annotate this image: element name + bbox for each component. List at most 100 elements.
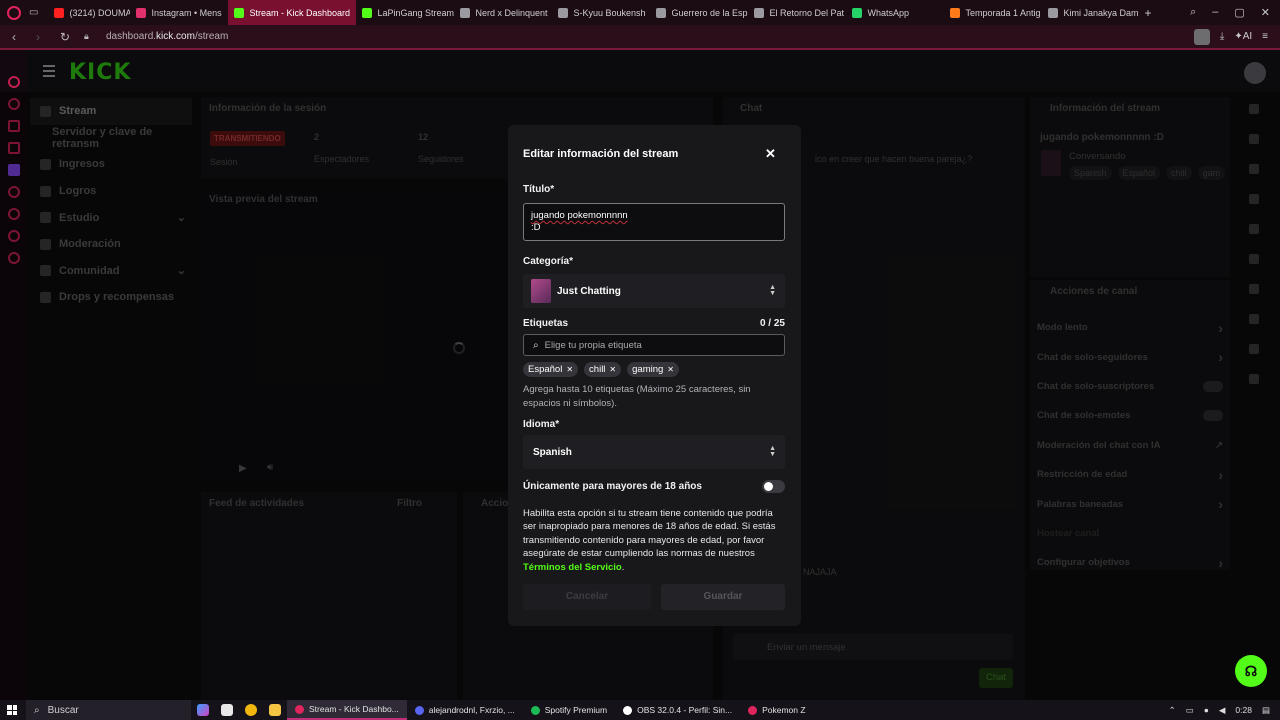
kick-icon <box>362 7 373 18</box>
user-avatar[interactable] <box>1244 62 1266 84</box>
download-icon[interactable]: ⤓ <box>1220 31 1224 42</box>
taskbar-app[interactable]: Pokemon Z <box>740 700 813 720</box>
title-line-1: jugando pokemonnnnn <box>531 210 628 221</box>
whatsapp-icon <box>852 7 863 18</box>
clock[interactable]: 0:28 <box>1235 705 1252 715</box>
title-input[interactable]: jugando pokemonnnnn :D <box>523 203 785 241</box>
remove-tag-icon[interactable]: ✕ <box>667 365 674 374</box>
mw-icon <box>754 7 765 18</box>
url-field[interactable]: dashboard.kick.com/stream <box>106 31 228 42</box>
taskbar-search[interactable]: ⌕ Buscar <box>26 700 191 720</box>
tab-label: Stream - Kick Dashboard <box>249 7 350 18</box>
adult-label: Únicamente para mayores de 18 años <box>523 481 702 492</box>
save-button[interactable]: Guardar <box>661 584 785 610</box>
adult-description: Habilita esta opción si tu stream tiene … <box>523 508 776 573</box>
kick-logo[interactable]: KICK <box>69 60 131 85</box>
title-line-2: :D <box>531 222 541 233</box>
browser-tab[interactable]: El Retorno Del Pat <box>748 0 846 25</box>
taskbar: ⌕ Buscar Stream - Kick Dashbo... alejandro… <box>0 700 1280 720</box>
close-window-icon[interactable]: ✕ <box>1261 6 1270 19</box>
taskbar-app-label: OBS 32.0.4 - Perfil: Sin... <box>637 705 733 715</box>
app-icon <box>530 705 540 715</box>
network-icon[interactable]: ▭ <box>1186 705 1194 716</box>
taskbar-app[interactable]: OBS 32.0.4 - Perfil: Sin... <box>615 700 740 720</box>
browser-tab[interactable]: (3214) DOUMA VS <box>48 0 130 25</box>
remove-tag-icon[interactable]: ✕ <box>566 365 573 374</box>
mw-icon <box>656 7 667 18</box>
tag-chip-label: gaming <box>632 364 664 375</box>
copilot-icon[interactable] <box>197 704 209 716</box>
taskbar-app[interactable]: alejandrodnl, Fxrzio, ... <box>407 700 523 720</box>
browser-tab[interactable]: LaPinGang Stream <box>356 0 454 25</box>
youtube-icon <box>54 7 65 18</box>
tags-label: Etiquetas <box>523 318 569 329</box>
menu-toggle-icon[interactable] <box>43 65 55 80</box>
browser-tab[interactable]: S-Kyuu Boukensh <box>552 0 650 25</box>
tab-label: Kimi Janakya Dam <box>1063 7 1139 18</box>
taskbar-app[interactable]: Spotify Premium <box>523 700 615 720</box>
search-tabs-icon[interactable]: ⌕ <box>1190 6 1196 19</box>
reload-icon[interactable]: ↻ <box>60 30 72 44</box>
kick-icon <box>234 7 245 18</box>
opera-logo-icon[interactable] <box>7 5 21 20</box>
edit-stream-modal: Editar información del stream ✕ Título* … <box>508 125 801 626</box>
profile-avatar[interactable] <box>1193 28 1210 45</box>
tab-label: WhatsApp <box>867 7 909 18</box>
search-icon: ⌕ <box>34 704 40 716</box>
tags-help: Agrega hasta 10 etiquetas (Máximo 25 car… <box>523 384 751 409</box>
browser-tab[interactable]: Stream - Kick Dashboard <box>228 0 357 25</box>
taskbar-app-label: Spotify Premium <box>544 705 608 715</box>
aria-icon[interactable] <box>7 76 20 88</box>
ai-button[interactable]: ✦AI <box>1234 31 1252 42</box>
terms-link[interactable]: Términos del Servicio <box>523 562 622 573</box>
chevron-up-icon[interactable]: ⌃ <box>1169 705 1176 716</box>
category-label: Categoría* <box>523 256 574 267</box>
browser-tab[interactable]: Instagram • Mens <box>130 0 228 25</box>
adult-toggle[interactable] <box>762 480 785 493</box>
tag-list: Español ✕ chill ✕ gaming ✕ <box>523 362 679 377</box>
back-icon[interactable]: ‹ <box>12 30 24 44</box>
menu-icon[interactable]: ≡ <box>1262 31 1268 42</box>
mw-icon <box>1048 7 1059 18</box>
support-chat-icon[interactable]: ☊ <box>1235 655 1267 687</box>
tab-switcher-icon[interactable]: ▭ <box>29 7 38 18</box>
language-select[interactable]: Spanish ▲ ▼ <box>523 435 785 469</box>
store-icon[interactable] <box>221 704 233 716</box>
tab-label: El Retorno Del Pat <box>769 7 844 18</box>
tag-search-input[interactable]: ⌕ Elige tu propia etiqueta <box>523 334 785 356</box>
browser-tab[interactable]: Kimi Janakya Dam <box>1042 0 1140 25</box>
tag-chip: chill ✕ <box>584 362 622 377</box>
chrome-icon[interactable] <box>245 704 257 716</box>
windows-start-icon[interactable] <box>7 705 17 715</box>
app-icon <box>748 705 758 715</box>
maximize-icon[interactable]: ▢ <box>1234 6 1244 19</box>
language-label: Idioma* <box>523 419 560 430</box>
remove-tag-icon[interactable]: ✕ <box>609 365 616 374</box>
taskbar-app[interactable]: Stream - Kick Dashbo... <box>287 700 407 720</box>
minimize-icon[interactable]: – <box>1212 6 1218 19</box>
browser-tab-bar: ▭ (3214) DOUMA VS Instagram • Mens Stream … <box>0 0 1280 25</box>
mic-icon[interactable]: ● <box>1204 705 1209 715</box>
lock-icon: 🔒︎ <box>84 31 89 41</box>
new-tab-button[interactable]: + <box>1144 6 1151 20</box>
tag-chip-label: Español <box>528 364 563 375</box>
forward-icon[interactable]: › <box>36 30 48 44</box>
browser-tab[interactable]: WhatsApp <box>846 0 944 25</box>
tab-label: Guerrero de la Esp <box>671 7 748 18</box>
close-icon[interactable]: ✕ <box>765 146 776 162</box>
taskbar-app-label: Stream - Kick Dashbo... <box>309 704 399 714</box>
category-select[interactable]: Just Chatting ▲ ▼ <box>523 274 785 308</box>
browser-tab[interactable]: Guerrero de la Esp <box>650 0 748 25</box>
cancel-button[interactable]: Cancelar <box>523 584 651 610</box>
select-arrows-icon: ▲ ▼ <box>769 445 776 458</box>
mw-icon <box>460 7 471 18</box>
category-value: Just Chatting <box>557 285 621 297</box>
browser-tab[interactable]: Nerd x Delinquent <box>454 0 552 25</box>
app-icon <box>623 705 633 715</box>
firefox-icon <box>950 7 961 18</box>
folder-icon[interactable] <box>269 704 281 716</box>
browser-tab[interactable]: Temporada 1 Antig <box>944 0 1042 25</box>
volume-icon[interactable]: ◀ <box>1219 705 1226 716</box>
notifications-icon[interactable]: ▤ <box>1262 705 1270 716</box>
title-label: Título* <box>523 184 555 195</box>
